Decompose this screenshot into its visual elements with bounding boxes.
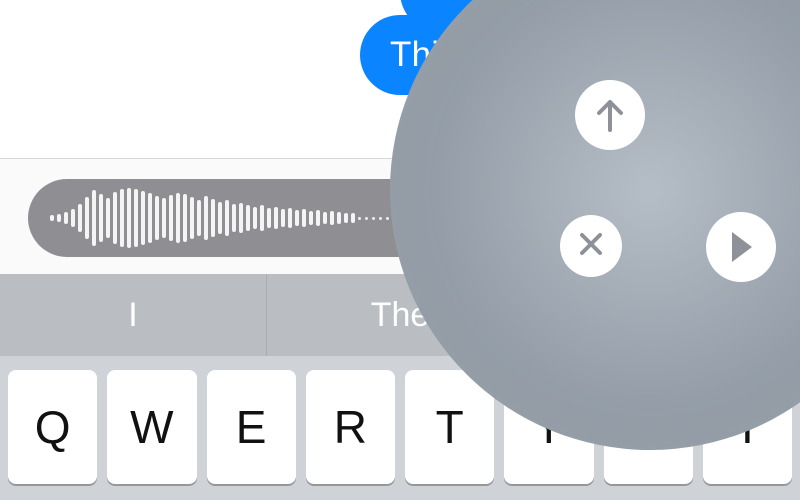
send-audio-button[interactable] [575, 80, 645, 150]
close-icon [577, 230, 605, 263]
suggestion-1[interactable]: I [0, 274, 266, 356]
key-r[interactable]: R [306, 370, 395, 484]
play-audio-button[interactable] [706, 212, 776, 282]
play-icon [726, 230, 756, 264]
arrow-up-icon [593, 96, 627, 134]
cancel-audio-button[interactable] [560, 215, 622, 277]
waveform-icon [50, 179, 355, 257]
key-e[interactable]: E [207, 370, 296, 484]
key-w[interactable]: W [107, 370, 196, 484]
key-q[interactable]: Q [8, 370, 97, 484]
messages-screen: This a test mes 0:00 I The QWERTYUI [0, 0, 800, 500]
